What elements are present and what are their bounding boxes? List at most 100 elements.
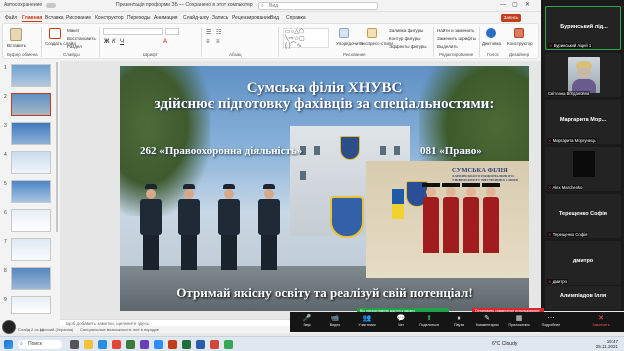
thumbnails-scrollbar[interactable]: [56, 62, 58, 232]
search-input[interactable]: ⌕ Вид: [258, 2, 378, 10]
slide-thumbnail-7[interactable]: [11, 238, 51, 261]
participant-tile[interactable]: дмитро ✕ дмитро: [545, 241, 621, 285]
current-slide[interactable]: СУМСЬКА ФІЛІЯ ХАРКІВСЬКОГО НАЦІОНАЛЬНОГО…: [120, 66, 529, 311]
powerpoint-app-icon[interactable]: [168, 340, 177, 349]
tab-view[interactable]: Вид: [270, 15, 279, 21]
close-icon[interactable]: ✕: [525, 1, 530, 8]
participants-button[interactable]: 👥 Участники: [356, 314, 378, 331]
tab-design[interactable]: Конструктор: [95, 15, 124, 21]
video-button[interactable]: 📹 Видео: [324, 314, 346, 331]
accessibility-status[interactable]: Специальные возможности: все в порядке: [80, 327, 159, 332]
pause-label: Пауза: [454, 323, 464, 327]
numbering-icon[interactable]: ☷: [216, 29, 221, 36]
bullets-icon[interactable]: ☰: [206, 29, 211, 36]
slide-thumbnail-2[interactable]: [11, 93, 51, 116]
tab-slideshow[interactable]: Слайд-шоу: [183, 15, 209, 21]
participant-tile[interactable]: ✕ Alex Marchenko: [545, 147, 621, 191]
tab-insert[interactable]: Вставка: [45, 15, 64, 21]
designer-icon[interactable]: [514, 28, 524, 38]
tab-record[interactable]: Запись: [212, 15, 228, 21]
apps-button[interactable]: ▦ Приложения: [508, 314, 530, 331]
record-button[interactable]: Запись: [501, 14, 521, 22]
dictate-icon[interactable]: [486, 28, 496, 38]
shape-effects-button[interactable]: Эффекты фигуры: [389, 44, 427, 49]
section-button[interactable]: Раздел: [67, 44, 82, 49]
align-center-icon[interactable]: ≡: [216, 39, 220, 45]
windows-start-icon[interactable]: [4, 340, 13, 349]
language-status[interactable]: русский (Украина): [40, 327, 73, 332]
underline-button[interactable]: Ч: [120, 39, 124, 45]
replace-button[interactable]: Заменить шрифты: [437, 36, 476, 41]
annotate-button[interactable]: ✎ Комментарии: [476, 314, 499, 331]
align-left-icon[interactable]: ≡: [206, 39, 210, 45]
reset-button[interactable]: Восстановить: [67, 36, 96, 41]
bold-button[interactable]: Ж: [104, 39, 109, 45]
chrome-icon[interactable]: [224, 340, 233, 349]
participant-tile[interactable]: Маргарита Мор... ✕ Маргарита Моргунець: [545, 100, 621, 144]
word-app-icon[interactable]: [196, 340, 205, 349]
font-size-select[interactable]: [165, 28, 179, 35]
dictate-button[interactable]: Диктовка: [482, 41, 501, 46]
slide-thumbnail-9[interactable]: [11, 296, 51, 314]
end-meeting-button[interactable]: ✕ Закончить: [590, 314, 612, 331]
task-view-icon[interactable]: [70, 340, 79, 349]
excel-app-icon[interactable]: [182, 340, 191, 349]
taskbar-search[interactable]: ⌕ Поиск: [18, 340, 62, 349]
app-icon[interactable]: [210, 340, 219, 349]
arrange-icon[interactable]: [339, 28, 349, 38]
paste-icon[interactable]: [10, 28, 22, 41]
select-button[interactable]: Выделить: [437, 44, 458, 49]
participant-tile[interactable]: Світлана Богдановна: [545, 53, 621, 97]
shape-outline-button[interactable]: Контур фигуры: [389, 36, 420, 41]
slide-thumbnail-5[interactable]: [11, 180, 51, 203]
audio-button[interactable]: 🎤 Звук: [296, 314, 318, 331]
clock[interactable]: 15:47 25.11.2021: [588, 339, 618, 349]
slide-thumbnail-1[interactable]: [11, 64, 51, 87]
end-icon: ✕: [598, 315, 604, 322]
quick-styles-icon[interactable]: [367, 28, 377, 38]
slide-thumbnail-8[interactable]: [11, 267, 51, 290]
zoom-floating-control[interactable]: [2, 320, 16, 334]
more-button[interactable]: ⋯ Подробнее: [540, 314, 562, 331]
pause-share-button[interactable]: ⏸ Пауза: [448, 314, 470, 331]
tab-help[interactable]: Справка: [286, 15, 306, 21]
shape-fill-button[interactable]: Заливка фигуры: [389, 28, 423, 33]
new-slide-icon[interactable]: [49, 28, 61, 39]
italic-button[interactable]: К: [112, 39, 116, 45]
participant-tile[interactable]: Буринський лід... ✕ Буринський ліцей 1: [545, 6, 621, 50]
paste-button[interactable]: Вставить: [7, 43, 26, 48]
slide-thumbnail-3[interactable]: [11, 122, 51, 145]
tab-transitions[interactable]: Переходы: [127, 15, 150, 21]
tab-file[interactable]: Файл: [5, 15, 17, 21]
find-button[interactable]: Найти и заменить: [437, 28, 474, 33]
app-icon[interactable]: [140, 340, 149, 349]
font-name-select[interactable]: [103, 28, 163, 35]
layout-button[interactable]: Макет: [67, 28, 80, 33]
zoom-app-icon[interactable]: [154, 340, 163, 349]
participant-tile[interactable]: Алимпіадов Ілля: [545, 286, 621, 310]
app-icon[interactable]: [112, 340, 121, 349]
shapes-gallery[interactable]: ▭○△⬠ ╲⇨☆▢{ }⌒∿: [283, 28, 329, 49]
arrange-button[interactable]: Упорядочить: [336, 41, 363, 46]
slide-thumbnail-4[interactable]: [11, 151, 51, 174]
file-explorer-icon[interactable]: [84, 340, 93, 349]
chat-button[interactable]: 💬 Чат: [390, 314, 412, 331]
autosave-toggle[interactable]: [46, 3, 56, 8]
participant-tile[interactable]: Терещенко Софія ✕ Терещенко Софія: [545, 194, 621, 238]
group-drawing: Рисование: [343, 52, 366, 57]
share-button[interactable]: ⬆ Поделиться: [418, 314, 440, 331]
designer-button[interactable]: Конструктор: [507, 41, 533, 46]
maximize-icon[interactable]: ▢: [512, 1, 518, 8]
tab-draw[interactable]: Рисование: [66, 15, 91, 21]
autosave-label[interactable]: Автосохранение: [4, 2, 42, 8]
tab-home[interactable]: Главная: [22, 15, 43, 22]
tab-review[interactable]: Рецензирование: [232, 15, 271, 21]
edge-icon[interactable]: [98, 340, 107, 349]
tab-animations[interactable]: Анимация: [154, 15, 177, 21]
minimize-icon[interactable]: —: [500, 2, 506, 8]
quick-styles-button[interactable]: Экспресс-стили: [360, 41, 393, 46]
font-color-button[interactable]: A: [163, 39, 167, 45]
weather-widget[interactable]: 6°C Cloudy: [492, 341, 517, 347]
slide-thumbnail-6[interactable]: [11, 209, 51, 232]
app-icon[interactable]: [126, 340, 135, 349]
